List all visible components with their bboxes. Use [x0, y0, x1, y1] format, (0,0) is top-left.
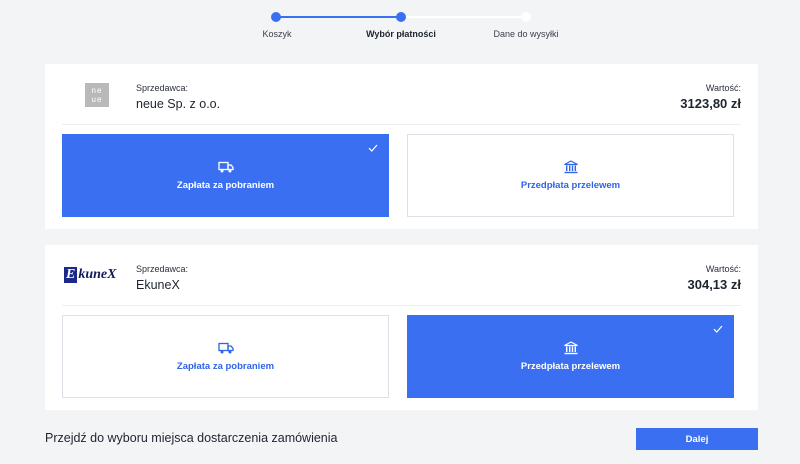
- stepper-progress-line: [276, 16, 401, 18]
- next-step-description: Przejdź do wyboru miejsca dostarczenia z…: [45, 431, 338, 445]
- checkout-stepper: Koszyk Wybór płatności Dane do wysyłki: [0, 0, 800, 50]
- step-dot-shipping: [521, 12, 531, 22]
- payment-option-label: Zapłata za pobraniem: [176, 361, 275, 372]
- checkmark-icon: [713, 325, 723, 333]
- value-caption: Wartość:: [705, 83, 741, 93]
- value-caption: Wartość:: [705, 264, 741, 274]
- payment-option-label: Zapłata za pobraniem: [176, 180, 275, 191]
- truck-icon: [217, 342, 234, 354]
- divider: [62, 124, 741, 125]
- seller-panel-neue: ne ue Sprzedawca: neue Sp. z o.o. Wartość…: [45, 64, 758, 229]
- seller-caption: Sprzedawca:: [136, 83, 189, 93]
- seller-panel-ekunex: EkuneX Sprzedawca: EkuneX Wartość: 304,1…: [45, 245, 758, 410]
- seller-logo-ekunex: EkuneX: [64, 267, 117, 283]
- payment-option-cod[interactable]: Zapłata za pobraniem: [62, 134, 389, 217]
- seller-name: neue Sp. z o.o.: [136, 97, 221, 111]
- bank-icon: [563, 341, 578, 355]
- next-button[interactable]: Dalej: [636, 428, 758, 450]
- seller-name: EkuneX: [136, 278, 180, 292]
- payment-option-cod[interactable]: Zapłata za pobraniem: [62, 315, 389, 398]
- step-dot-cart: [271, 12, 281, 22]
- step-label-shipping: Dane do wysyłki: [493, 29, 559, 39]
- seller-caption: Sprzedawca:: [136, 264, 189, 274]
- order-value: 3123,80 zł: [680, 96, 741, 111]
- step-dot-payment: [396, 12, 406, 22]
- stepper-remaining-line: [401, 16, 526, 18]
- step-label-payment: Wybór płatności: [366, 29, 436, 39]
- bank-icon: [563, 160, 578, 174]
- checkmark-icon: [368, 144, 378, 152]
- payment-option-label: Przedpłata przelewem: [520, 361, 621, 372]
- order-value: 304,13 zł: [687, 277, 742, 292]
- seller-logo-neue: ne ue: [85, 83, 109, 107]
- payment-option-transfer[interactable]: Przedpłata przelewem: [407, 134, 734, 217]
- payment-option-label: Przedpłata przelewem: [520, 180, 621, 191]
- divider: [62, 305, 741, 306]
- truck-icon: [217, 161, 234, 173]
- step-label-cart[interactable]: Koszyk: [262, 29, 291, 39]
- payment-option-transfer[interactable]: Przedpłata przelewem: [407, 315, 734, 398]
